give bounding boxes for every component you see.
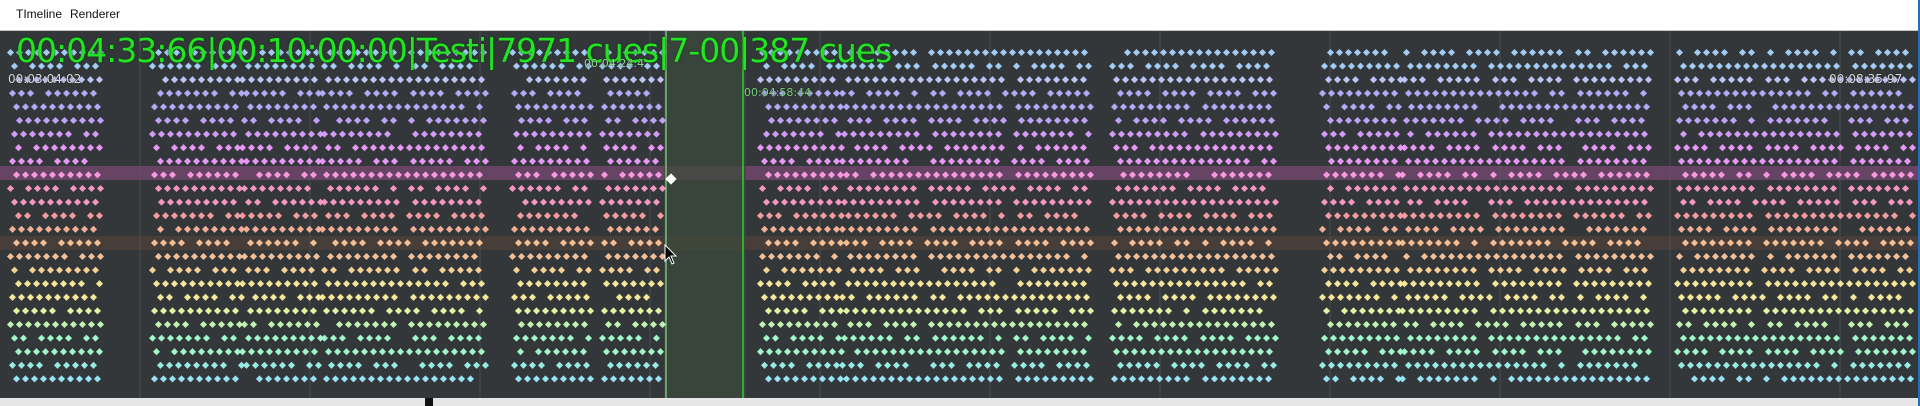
scrollbar-thumb[interactable] [425, 398, 433, 406]
menu-item-renderer[interactable]: Renderer [70, 7, 120, 21]
visible-range-end-time: 00:08:35:97 [1829, 72, 1903, 86]
visible-range-start-time: 00:03:04:02 [8, 72, 82, 86]
mouse-pointer-icon [664, 244, 678, 265]
cue-lanes[interactable] [0, 31, 1918, 401]
menu-item-timeline[interactable]: TImeline [16, 7, 62, 21]
status-readout: 00:04:33:66|00:10:00:00|Testi|7971 cues|… [16, 31, 892, 70]
menu-bar: TImeline Renderer [0, 0, 1920, 31]
timeline-canvas[interactable]: 00:04:33:66|00:10:00:00|Testi|7971 cues|… [0, 31, 1918, 401]
playhead-time: 00:04:58:44 [744, 86, 812, 99]
selection-time: 00:04:24:4 [584, 57, 645, 70]
horizontal-scrollbar[interactable] [0, 398, 1918, 406]
